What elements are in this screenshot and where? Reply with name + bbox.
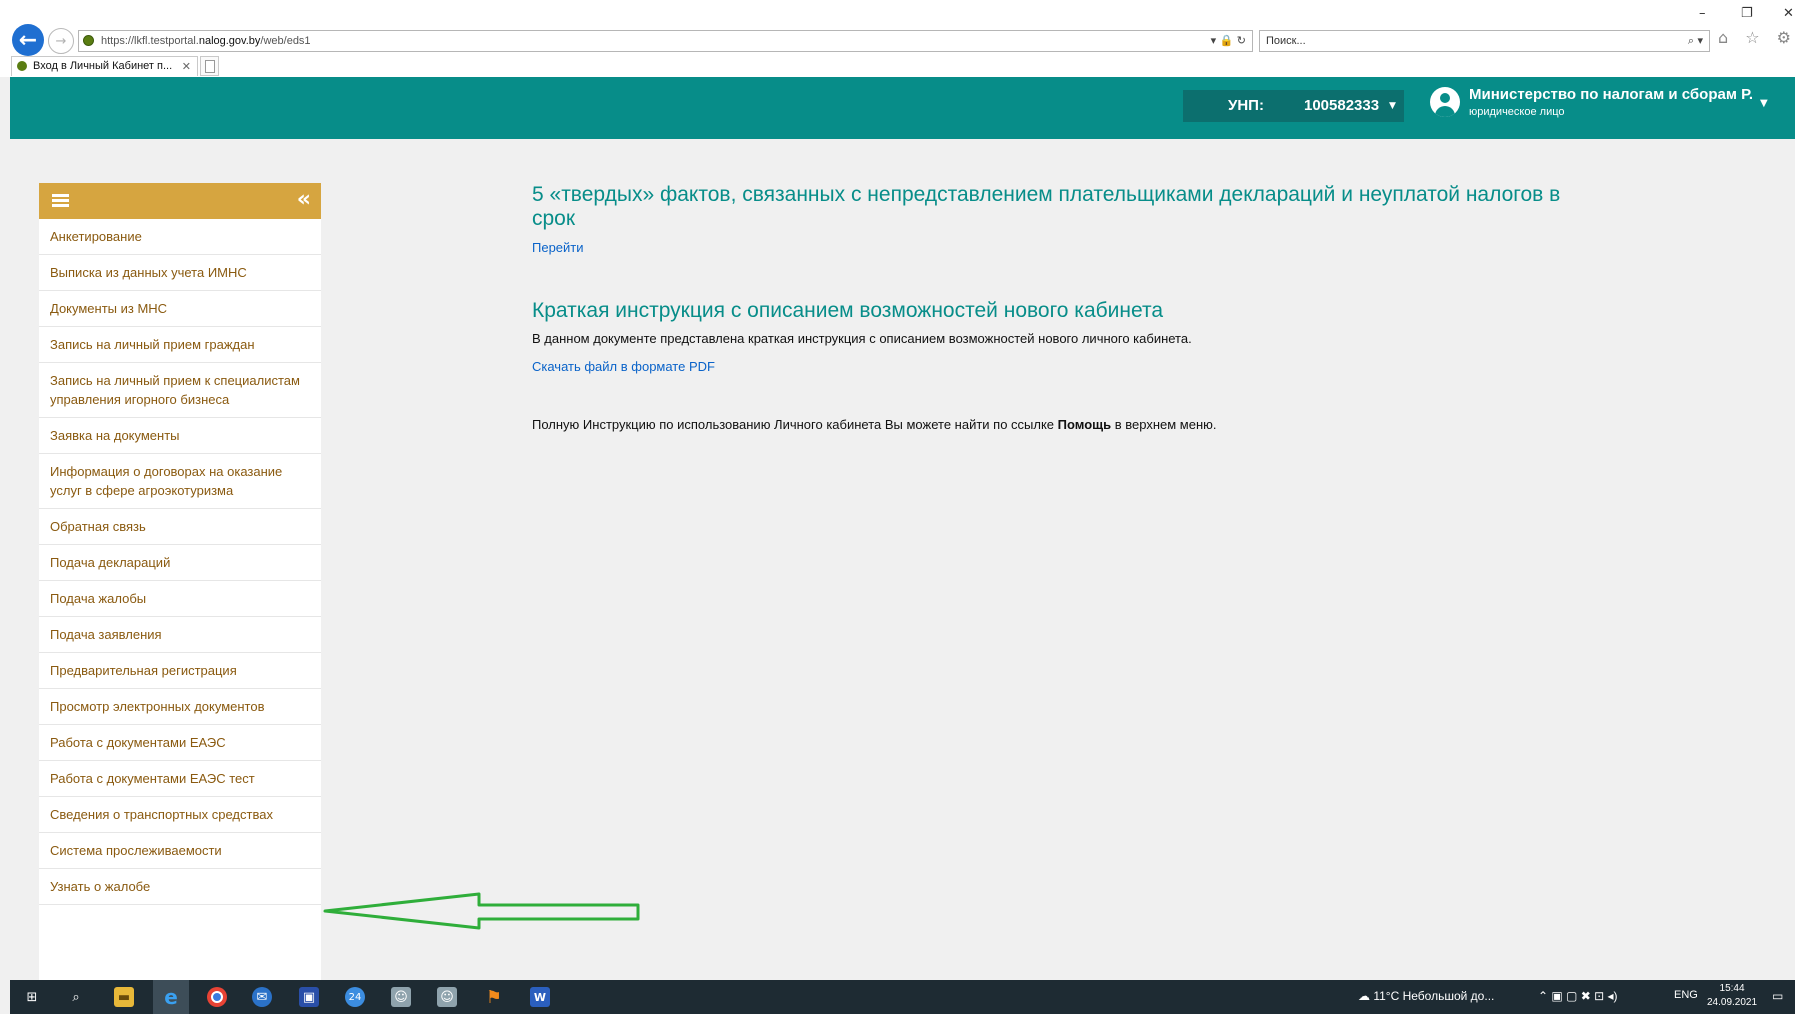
notifications-icon[interactable]: ▭ — [1772, 989, 1783, 1003]
news-link[interactable]: Перейти — [532, 240, 584, 255]
sidebar-item[interactable]: Информация о договорах на оказание услуг… — [39, 454, 321, 509]
sidebar-item[interactable]: Запись на личный прием граждан — [39, 327, 321, 363]
new-tab-icon — [205, 60, 215, 73]
back-button[interactable]: ← — [12, 24, 44, 56]
user-avatar-icon[interactable] — [1430, 87, 1460, 117]
sidebar-item[interactable]: Система прослеживаемости — [39, 833, 321, 869]
news-title: 5 «твердых» фактов, связанных с непредст… — [532, 183, 1561, 230]
sidebar-item[interactable]: Заявка на документы — [39, 418, 321, 454]
taskbar: ⊞ ⌕ ▬ e ✉ ▣ 24 ☺ ☺ ⚑ W ☁ 11°C Небольшой … — [10, 980, 1795, 1014]
main-content: 5 «твердых» фактов, связанных с непредст… — [532, 183, 1592, 432]
sidebar-item[interactable]: Предварительная регистрация — [39, 653, 321, 689]
arrow-right-icon: → — [55, 33, 67, 49]
language-indicator[interactable]: ENG — [1674, 989, 1698, 1001]
unp-value: 100582333 — [1304, 97, 1380, 114]
tab-favicon-icon — [17, 61, 27, 71]
close-window-button[interactable]: ✕ — [1783, 6, 1794, 21]
sidebar-item[interactable]: Узнать о жалобе — [39, 869, 321, 905]
unp-selector[interactable]: УНП: 100582333 ▼ — [1183, 90, 1404, 122]
browser-search-box[interactable]: Поиск... ⌕ ▾ — [1259, 30, 1710, 52]
sidebar-header: « — [39, 183, 321, 219]
instruction-text: В данном документе представлена краткая … — [532, 331, 1192, 346]
collapse-sidebar-icon[interactable]: « — [297, 187, 311, 212]
caret-down-icon: ▼ — [1389, 101, 1396, 111]
address-bar[interactable]: https://lkfl.testportal.nalog.gov.by/web… — [78, 30, 1253, 52]
toolbar-icons[interactable]: ⌂ ☆ ⚙ — [1718, 28, 1795, 47]
org-type: юридическое лицо — [1469, 106, 1565, 118]
clock[interactable]: 15:44 24.09.2021 — [1707, 982, 1757, 1010]
weather-widget[interactable]: ☁ 11°C Небольшой до... — [1358, 989, 1494, 1003]
windows-start-icon[interactable]: ⊞ — [22, 987, 42, 1007]
word-icon[interactable]: W — [530, 987, 550, 1007]
search-icon[interactable]: ⌕ — [66, 987, 86, 1007]
user-app-icon[interactable]: ☺ — [391, 987, 411, 1007]
url-text: https://lkfl.testportal.nalog.gov.by/web… — [101, 35, 311, 47]
internet-explorer-icon[interactable]: e — [161, 985, 181, 1009]
account-caret-icon[interactable]: ▼ — [1760, 98, 1768, 109]
cloud-icon: ☁ — [1358, 989, 1370, 1003]
sidebar-item[interactable]: Выписка из данных учета ИМНС — [39, 255, 321, 291]
search-icon[interactable]: ⌕ ▾ — [1688, 31, 1703, 51]
arrow-left-icon: ← — [18, 27, 38, 53]
restore-button[interactable]: ❐ — [1741, 6, 1753, 21]
org-name: Министерство по налогам и сборам Р... — [1469, 86, 1754, 103]
tab-close-icon[interactable]: ✕ — [182, 57, 191, 76]
sidebar-item[interactable]: Сведения о транспортных средствах — [39, 797, 321, 833]
mail-client-icon[interactable]: ✉ — [252, 987, 272, 1007]
minimize-button[interactable]: – — [1699, 6, 1706, 21]
unp-label: УНП: — [1228, 97, 1264, 114]
browser-chrome: – ❐ ✕ ← → https://lkfl.testportal.nalog.… — [0, 0, 1795, 77]
search-placeholder: Поиск... — [1266, 35, 1306, 47]
site-favicon-icon — [83, 35, 94, 46]
file-explorer-icon[interactable]: ▬ — [114, 987, 134, 1007]
account-menu[interactable]: Министерство по налогам и сборам Р... юр… — [1469, 86, 1754, 118]
forward-button[interactable]: → — [48, 28, 74, 54]
sidebar-item[interactable]: Запись на личный прием к специалистам уп… — [39, 363, 321, 418]
sidebar-item[interactable]: Подача заявления — [39, 617, 321, 653]
address-tools-icon[interactable]: ▾ 🔒 ↻ — [1211, 31, 1246, 51]
sidebar-item[interactable]: Подача жалобы — [39, 581, 321, 617]
sidebar-item[interactable]: Работа с документами ЕАЭС — [39, 725, 321, 761]
save-app-icon[interactable]: ▣ — [299, 987, 319, 1007]
sidebar-item[interactable]: Подача деклараций — [39, 545, 321, 581]
flag-app-icon[interactable]: ⚑ — [484, 987, 504, 1008]
tab-title: Вход в Личный Кабинет п... — [33, 60, 173, 72]
instruction-title: Краткая инструкция с описанием возможнос… — [532, 299, 1164, 322]
sidebar-item[interactable]: Обратная связь — [39, 509, 321, 545]
sidebar-menu: Анкетирование Выписка из данных учета ИМН… — [39, 219, 321, 980]
sidebar-item[interactable]: Анкетирование — [39, 219, 321, 255]
tray-icons[interactable]: ⌃ ▣ ▢ ✖ ⊡ ◂) — [1538, 989, 1618, 1003]
menu-icon[interactable] — [52, 194, 69, 208]
chrome-icon[interactable] — [207, 987, 227, 1007]
help-text: Полную Инструкцию по использованию Лично… — [532, 417, 1217, 432]
browser-tab[interactable]: Вход в Личный Кабинет п... ✕ — [11, 56, 198, 76]
new-tab-button[interactable] — [200, 56, 219, 76]
sidebar-item[interactable]: Просмотр электронных документов — [39, 689, 321, 725]
help-link-text: Помощь — [1057, 417, 1112, 432]
user-app-2-icon[interactable]: ☺ — [437, 987, 457, 1007]
sidebar-item[interactable]: Работа с документами ЕАЭС тест — [39, 761, 321, 797]
download-pdf-link[interactable]: Скачать файл в формате PDF — [532, 359, 715, 374]
sidebar-item[interactable]: Документы из МНС — [39, 291, 321, 327]
app-24-icon[interactable]: 24 — [345, 987, 365, 1007]
